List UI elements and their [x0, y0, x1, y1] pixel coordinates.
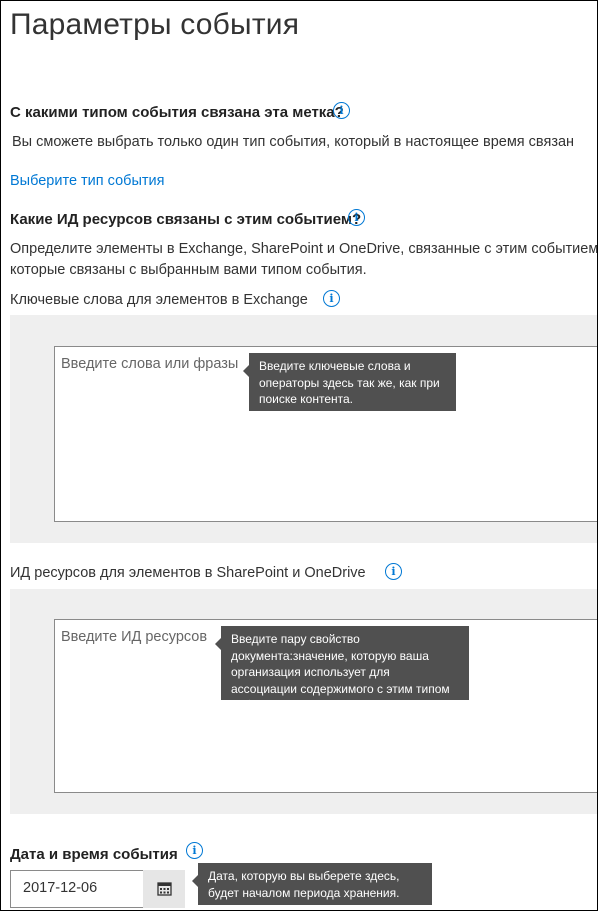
- info-icon[interactable]: i: [323, 290, 340, 307]
- info-icon[interactable]: i: [385, 563, 402, 580]
- calendar-button[interactable]: [143, 870, 185, 908]
- exchange-keywords-tooltip: Введите ключевые слова и операторы здесь…: [243, 353, 456, 411]
- event-type-description: Вы сможете выбрать только один тип событ…: [12, 134, 575, 150]
- event-date-label: Дата и время события: [10, 846, 178, 863]
- event-date-input[interactable]: 2017-12-06: [10, 870, 144, 908]
- exchange-keywords-placeholder: Введите слова или фразы: [61, 356, 239, 372]
- page-title: Параметры события: [10, 8, 300, 41]
- info-icon[interactable]: i: [333, 102, 350, 119]
- event-date-value: 2017-12-06: [23, 880, 98, 896]
- event-settings-panel: Параметры события С какими типом события…: [0, 0, 598, 911]
- event-type-question: С какими типом события связана эта метка…: [10, 104, 344, 121]
- asset-ids-description-line2: которые связаны с выбранным вами типом с…: [10, 262, 367, 278]
- calendar-icon: [157, 882, 172, 896]
- event-date-tooltip: Дата, которую вы выберете здесь, будет н…: [192, 863, 432, 905]
- info-icon[interactable]: i: [348, 209, 365, 226]
- asset-ids-question: Какие ИД ресурсов связаны с этим событие…: [10, 211, 362, 228]
- asset-ids-description-line1: Определите элементы в Exchange, SharePoi…: [10, 241, 598, 257]
- info-icon[interactable]: i: [186, 842, 203, 859]
- exchange-keywords-label: Ключевые слова для элементов в Exchange: [10, 292, 308, 308]
- sharepoint-ids-tooltip: Введите пару свойство документа:значение…: [215, 626, 469, 712]
- sharepoint-ids-label: ИД ресурсов для элементов в SharePoint и…: [10, 565, 366, 581]
- choose-event-type-link[interactable]: Выберите тип события: [10, 173, 164, 189]
- sharepoint-ids-placeholder: Введите ИД ресурсов: [61, 629, 208, 645]
